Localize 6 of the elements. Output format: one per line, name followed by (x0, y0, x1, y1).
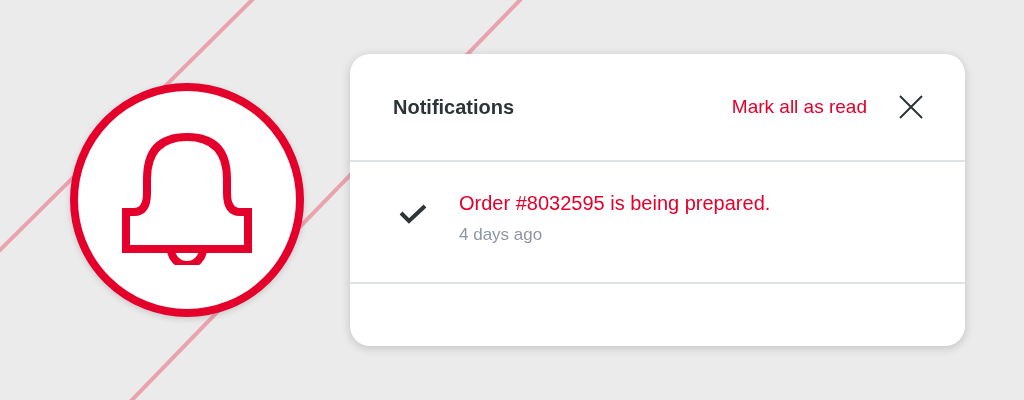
close-icon[interactable] (899, 95, 923, 119)
notification-text[interactable]: Order #8032595 is being prepared. (459, 192, 771, 215)
bell-icon (122, 131, 252, 265)
mark-all-read-link[interactable]: Mark all as read (731, 96, 867, 118)
panel-title: Notifications (393, 95, 516, 119)
notification-time: 4 days ago (459, 225, 543, 245)
